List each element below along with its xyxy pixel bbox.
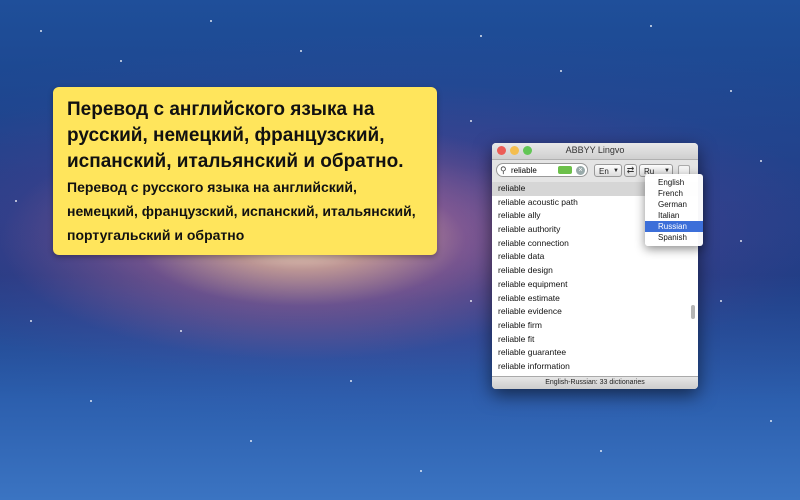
source-language-select[interactable]: En ▼ (594, 164, 622, 177)
source-language-label: En (599, 167, 609, 176)
list-item[interactable]: reliable design (492, 264, 698, 278)
window-title: ABBYY Lingvo (565, 145, 625, 155)
menu-item-english[interactable]: English (645, 177, 703, 188)
list-item[interactable]: reliable estimate (492, 292, 698, 306)
swap-languages-button[interactable]: ⇄ (624, 164, 637, 177)
menu-item-spanish[interactable]: Spanish (645, 232, 703, 243)
promo-banner: Перевод с английского языка на русский, … (53, 87, 437, 255)
keyboard-icon[interactable] (558, 166, 572, 174)
clear-search-icon[interactable]: × (576, 166, 585, 175)
menu-item-german[interactable]: German (645, 199, 703, 210)
menu-item-russian[interactable]: Russian (645, 221, 703, 232)
menu-item-french[interactable]: French (645, 188, 703, 199)
list-item[interactable]: reliable firm (492, 319, 698, 333)
search-input[interactable] (511, 164, 553, 176)
title-bar[interactable]: ABBYY Lingvo (492, 143, 698, 160)
list-item[interactable]: reliable information (492, 360, 698, 374)
promo-headline: Перевод с английского языка на русский, … (67, 99, 404, 172)
list-item[interactable]: reliable evidence (492, 305, 698, 319)
chevron-down-icon: ▼ (613, 168, 619, 174)
list-item[interactable]: reliable equipment (492, 278, 698, 292)
search-field[interactable]: ⚲ × (496, 163, 588, 177)
list-item[interactable]: reliable fit (492, 333, 698, 347)
promo-subline: Перевод с русского языка на английский, … (67, 179, 416, 243)
search-icon: ⚲ (500, 165, 507, 175)
language-dropdown-menu[interactable]: English French German Italian Russian Sp… (645, 174, 703, 246)
status-bar: English-Russian: 33 dictionaries (492, 376, 698, 389)
list-item[interactable]: reliable guarantee (492, 346, 698, 360)
menu-item-italian[interactable]: Italian (645, 210, 703, 221)
list-item[interactable]: reliable data (492, 250, 698, 264)
scrollbar-thumb[interactable] (691, 305, 695, 319)
